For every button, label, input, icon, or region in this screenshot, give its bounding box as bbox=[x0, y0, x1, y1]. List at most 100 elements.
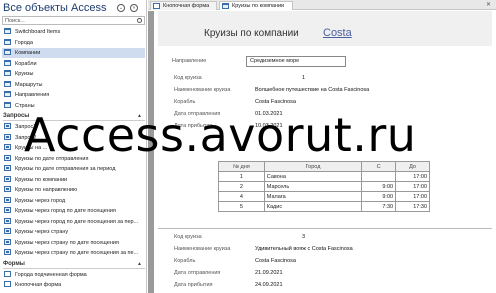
query-icon bbox=[4, 144, 11, 150]
cruise-code-value: 1 bbox=[302, 75, 306, 81]
cell-to: 17:00 bbox=[395, 181, 430, 192]
nav-item-label: Круизы через город по дате посещения за … bbox=[15, 218, 139, 225]
watermark-text: Access.avorut.ru bbox=[24, 108, 417, 162]
nav-item-label: Маршруты bbox=[15, 81, 43, 88]
nav-item-label: Круизы через город bbox=[15, 197, 66, 204]
table-row: 5 Кадис 7:30 17:30 bbox=[218, 201, 430, 212]
col-from: С bbox=[361, 161, 397, 172]
nav-header: Все объекты Access ⌄ « bbox=[0, 0, 146, 16]
table-row: 2 Марсель 9:00 17:00 bbox=[218, 181, 430, 192]
nav-item-label: Круизы через страну по дате посещения bbox=[15, 239, 119, 246]
nav-item-query[interactable]: Круизы через страну bbox=[4, 227, 145, 237]
cell-from: 9:00 bbox=[361, 191, 397, 202]
nav-item-form[interactable]: Города подчиненная форма bbox=[4, 270, 145, 280]
nav-item-table[interactable]: Маршруты bbox=[4, 80, 145, 90]
search-box[interactable]: Поиск... bbox=[2, 16, 145, 25]
divider bbox=[158, 228, 492, 229]
nav-item-query[interactable]: Круизы по компании bbox=[4, 175, 145, 185]
nav-item-label: Круизы через страну по дате посещения за… bbox=[15, 250, 139, 256]
table-icon bbox=[4, 49, 11, 55]
query-icon bbox=[4, 186, 11, 192]
nav-item-query[interactable]: Круизы через страну по дате посещения за… bbox=[4, 248, 145, 258]
nav-item-query[interactable]: Круизы через город bbox=[4, 196, 145, 206]
cell-from bbox=[361, 171, 397, 182]
nav-item-table[interactable]: Switchboard Items bbox=[4, 27, 145, 37]
cell-day: 5 bbox=[218, 201, 265, 212]
nav-item-query[interactable]: Круизы через город по дате посещения bbox=[4, 206, 145, 216]
form-icon bbox=[153, 3, 160, 9]
query-icon bbox=[4, 123, 11, 129]
arrival-value: 24.09.2021 bbox=[255, 282, 283, 288]
ship-value: Costa Fascinosa bbox=[255, 99, 296, 105]
cruise-name-value: Волшебное путешествие на Costa Fascinosa bbox=[255, 87, 370, 93]
departure-value: 21.09.2021 bbox=[255, 270, 283, 276]
nav-item-label: Компании bbox=[15, 50, 41, 56]
cell-to: 17:00 bbox=[395, 191, 430, 202]
nav-item-label: Круизы bbox=[15, 71, 34, 77]
cell-to: 17:00 bbox=[395, 171, 430, 182]
query-icon bbox=[4, 196, 11, 203]
direction-value: Средиземное море bbox=[246, 56, 346, 67]
itinerary-table: № дня Город С До 1 Савона 17:00 2 Марсель 9:0… bbox=[218, 161, 430, 212]
search-input[interactable]: Поиск... bbox=[5, 18, 25, 24]
form-icon bbox=[4, 270, 11, 277]
nav-item-table[interactable]: Компании bbox=[2, 48, 145, 58]
report-header: Круизы по компании Costa bbox=[158, 11, 492, 46]
cruise-name-label: Наименование круиза bbox=[174, 87, 231, 93]
nav-group-forms[interactable]: Формы ▲ bbox=[3, 260, 145, 269]
table-icon bbox=[4, 70, 11, 76]
query-icon bbox=[4, 207, 11, 213]
table-icon bbox=[4, 59, 11, 66]
cruise-code-label: Код круиза bbox=[174, 75, 202, 81]
ship-value: Costa Fascinosa bbox=[255, 258, 296, 264]
cell-city: Савона bbox=[263, 171, 363, 182]
collapse-icon[interactable]: ▲ bbox=[137, 260, 142, 269]
cell-city: Кадис bbox=[263, 201, 363, 212]
tab-cruises-by-company[interactable]: Круизы по компании bbox=[219, 1, 293, 10]
nav-item-query[interactable]: Круизы через страну по дате посещения bbox=[4, 238, 145, 248]
nav-title[interactable]: Все объекты Access bbox=[3, 2, 106, 14]
ship-label: Корабль bbox=[174, 258, 196, 264]
tab-label: Кнопочная форма bbox=[163, 3, 210, 9]
query-icon bbox=[4, 154, 11, 161]
query-icon bbox=[4, 249, 11, 255]
report-icon bbox=[222, 3, 229, 9]
form-icon bbox=[4, 281, 11, 287]
nav-item-form[interactable]: Кнопочная форма bbox=[4, 280, 145, 290]
query-icon bbox=[4, 165, 11, 171]
table-icon bbox=[4, 28, 11, 34]
nav-item-table[interactable]: Города bbox=[4, 38, 145, 48]
direction-label: Направление bbox=[172, 58, 207, 64]
table-icon bbox=[4, 91, 11, 97]
nav-item-query[interactable]: Круизы по дате отправления за период bbox=[4, 164, 145, 174]
nav-dropdown-icon[interactable]: ⌄ bbox=[117, 4, 125, 12]
table-icon bbox=[4, 80, 11, 87]
cell-city: Марсель bbox=[263, 181, 363, 192]
nav-item-label: Круизы по направлению bbox=[15, 187, 78, 193]
search-icon[interactable] bbox=[137, 18, 142, 23]
document-tabs: Кнопочная форма Круизы по компании ✕ bbox=[148, 0, 496, 10]
nav-item-table[interactable]: Корабли bbox=[4, 59, 145, 69]
arrival-label: Дата прибытия bbox=[174, 282, 213, 288]
cruise-code-label: Код круиза bbox=[174, 234, 202, 240]
nav-collapse-icon[interactable]: « bbox=[130, 4, 138, 12]
nav-item-query[interactable]: Круизы через город по дате посещения за … bbox=[4, 217, 145, 227]
close-icon[interactable]: ✕ bbox=[486, 1, 491, 8]
ship-label: Корабль bbox=[174, 99, 196, 105]
nav-item-query[interactable]: Круизы по направлению bbox=[4, 185, 145, 195]
table-icon bbox=[4, 38, 11, 45]
nav-item-label: Кнопочная форма bbox=[15, 282, 62, 288]
table-icon bbox=[4, 101, 11, 108]
company-name: Costa bbox=[323, 27, 352, 39]
nav-item-label: Корабли bbox=[15, 60, 37, 67]
query-icon bbox=[4, 228, 11, 234]
report-title: Круизы по компании bbox=[204, 28, 299, 39]
nav-item-label: Круизы по дате отправления за период bbox=[15, 166, 116, 172]
cell-city: Малага bbox=[263, 191, 363, 202]
tab-switchboard[interactable]: Кнопочная форма bbox=[150, 1, 217, 10]
cell-to: 17:30 bbox=[395, 201, 430, 212]
nav-item-table[interactable]: Круизы bbox=[4, 69, 145, 79]
cruise-code-value: 3 bbox=[302, 234, 306, 240]
departure-label: Дата отправления bbox=[174, 270, 221, 276]
nav-item-table[interactable]: Направления bbox=[4, 90, 145, 100]
